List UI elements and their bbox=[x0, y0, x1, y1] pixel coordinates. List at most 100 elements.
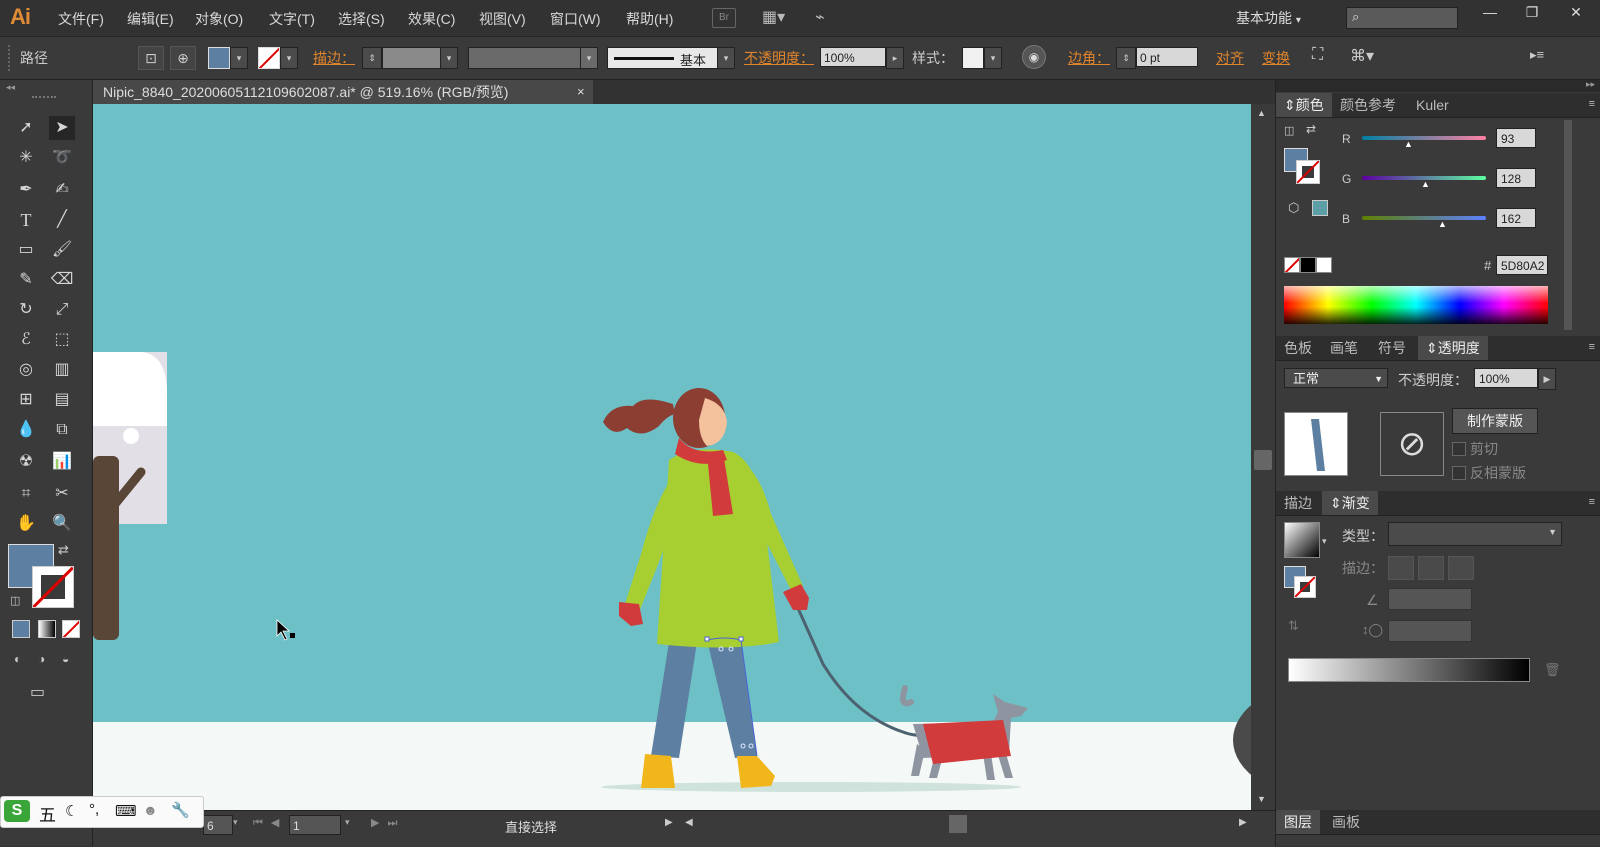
menu-edit[interactable]: 编辑(E) bbox=[127, 9, 174, 29]
clip-checkbox[interactable] bbox=[1452, 442, 1466, 456]
swap-fill-stroke-icon[interactable]: ⇄ bbox=[58, 542, 69, 558]
artboard-nav-icons[interactable]: ⏮◀ bbox=[253, 816, 287, 830]
recolor-artwork-icon[interactable]: ◉ bbox=[1022, 45, 1046, 69]
menu-file[interactable]: 文件(F) bbox=[58, 9, 104, 29]
opacity-arrow[interactable]: ▸ bbox=[886, 47, 904, 69]
isolate-group-icon[interactable]: ⊡ bbox=[138, 46, 164, 70]
warp-tool-icon[interactable]: ℰ bbox=[13, 328, 39, 352]
workspace-switcher[interactable]: 基本功能 ▾ bbox=[1236, 8, 1301, 28]
horizontal-scroll-thumb[interactable] bbox=[949, 815, 967, 833]
menu-window[interactable]: 窗口(W) bbox=[550, 9, 601, 29]
close-tab-icon[interactable]: × bbox=[577, 80, 585, 104]
artboard-canvas[interactable] bbox=[93, 104, 1251, 810]
pencil-tool-icon[interactable]: ✎ bbox=[13, 268, 39, 292]
isolate-object-icon[interactable]: ⌘▾ bbox=[1350, 46, 1374, 66]
paintbrush-tool-icon[interactable]: 🖌 bbox=[49, 238, 75, 262]
swap-colors-icon[interactable]: ⇄ bbox=[1306, 122, 1316, 136]
stroke-gradient-along-icon[interactable] bbox=[1418, 556, 1444, 580]
none-swatch[interactable] bbox=[1284, 257, 1300, 273]
ime-mode-label[interactable]: 五 bbox=[39, 801, 56, 826]
stroke-weight-stepper[interactable]: ⇕ bbox=[362, 47, 382, 69]
magic-wand-tool-icon[interactable]: ✳ bbox=[13, 146, 39, 170]
reverse-gradient-icon[interactable]: ⇅ bbox=[1288, 618, 1299, 634]
artboard-dropdown-icon[interactable]: ▾ bbox=[345, 817, 350, 828]
transform-each-icon[interactable]: ⛶ bbox=[1312, 46, 1323, 64]
default-colors-icon[interactable]: ◫ bbox=[10, 594, 20, 607]
corner-label[interactable]: 边角： bbox=[1068, 48, 1110, 68]
zoom-input[interactable]: 6 bbox=[203, 815, 233, 835]
r-input[interactable]: 93 bbox=[1496, 128, 1536, 148]
ime-logo-icon[interactable]: S bbox=[4, 800, 30, 822]
menu-type[interactable]: 文字(T) bbox=[269, 9, 315, 29]
chevron-down-icon[interactable]: ▾ bbox=[1322, 536, 1327, 547]
rotate-tool-icon[interactable]: ↻ bbox=[13, 298, 39, 322]
black-swatch[interactable] bbox=[1300, 257, 1316, 273]
wrench-icon[interactable]: 🔧 bbox=[171, 801, 190, 819]
line-tool-icon[interactable]: ╱ bbox=[49, 208, 75, 232]
menu-view[interactable]: 视图(V) bbox=[479, 9, 526, 29]
menu-effect[interactable]: 效果(C) bbox=[408, 9, 455, 29]
none-mode-icon[interactable] bbox=[62, 620, 80, 638]
lasso-tool-icon[interactable]: ➰ bbox=[49, 146, 75, 170]
hex-input[interactable]: 5D80A2 bbox=[1496, 255, 1548, 275]
tab-color[interactable]: ⇕颜色 bbox=[1276, 93, 1332, 117]
tab-kuler[interactable]: Kuler bbox=[1408, 93, 1457, 117]
scroll-right-icon[interactable]: ▶ bbox=[1239, 817, 1247, 828]
minimize-button[interactable]: — bbox=[1470, 0, 1510, 24]
delete-stop-icon[interactable]: 🗑 bbox=[1544, 662, 1561, 678]
user-icon[interactable]: ☻ bbox=[143, 802, 158, 818]
opacity-label[interactable]: 不透明度： bbox=[744, 48, 814, 68]
status-menu-icon[interactable]: ▶ bbox=[665, 817, 673, 828]
make-mask-button[interactable]: 制作蒙版 bbox=[1452, 408, 1538, 434]
tab-color-guide[interactable]: 颜色参考 bbox=[1332, 93, 1404, 117]
panel-scrollbar[interactable] bbox=[1564, 120, 1572, 330]
search-input[interactable]: ⌕ bbox=[1346, 7, 1458, 29]
stroke-color-swatch[interactable] bbox=[258, 47, 280, 69]
draw-inside-icon[interactable]: ◒ bbox=[62, 652, 69, 666]
brush-definition[interactable]: 基本 bbox=[607, 47, 719, 69]
hand-tool-icon[interactable]: ✋ bbox=[13, 512, 39, 536]
default-colors-icon[interactable]: ◫ bbox=[1284, 124, 1294, 137]
tab-swatches[interactable]: 色板 bbox=[1276, 336, 1320, 360]
profile-dropdown[interactable]: ▾ bbox=[580, 47, 598, 69]
web-safe-color-swatch[interactable] bbox=[1312, 200, 1328, 216]
slice-tool-icon[interactable]: ✂ bbox=[49, 482, 75, 506]
pen-tool-icon[interactable]: ✒ bbox=[13, 178, 39, 202]
close-window-button[interactable]: ✕ bbox=[1556, 0, 1596, 24]
opacity-arrow[interactable]: ▶ bbox=[1538, 368, 1556, 390]
gradient-preview[interactable] bbox=[1284, 522, 1320, 558]
eraser-tool-icon[interactable]: ⌫ bbox=[49, 268, 75, 292]
gradient-mode-icon[interactable] bbox=[38, 620, 56, 638]
restore-button[interactable]: ❐ bbox=[1512, 0, 1552, 24]
opacity-input[interactable]: 100% bbox=[820, 47, 886, 67]
graphic-style-swatch[interactable] bbox=[962, 47, 984, 69]
r-slider-thumb[interactable]: ▲ bbox=[1404, 139, 1413, 149]
arrange-documents-icon[interactable]: ▦▾ bbox=[762, 7, 785, 27]
invert-mask-checkbox[interactable] bbox=[1452, 466, 1466, 480]
style-dropdown[interactable]: ▾ bbox=[984, 47, 1002, 69]
color-mode-icon[interactable] bbox=[12, 620, 30, 638]
scroll-up-icon[interactable]: ▲ bbox=[1257, 108, 1266, 118]
eyedropper-tool-icon[interactable]: 💧 bbox=[13, 418, 39, 442]
color-spectrum[interactable] bbox=[1284, 286, 1548, 324]
stroke-label[interactable]: 描边： bbox=[313, 48, 355, 68]
menu-select[interactable]: 选择(S) bbox=[338, 9, 385, 29]
r-slider[interactable] bbox=[1362, 136, 1486, 140]
free-transform-tool-icon[interactable]: ⬚ bbox=[49, 328, 75, 352]
type-tool-icon[interactable]: T bbox=[13, 208, 39, 232]
scroll-down-icon[interactable]: ▼ bbox=[1257, 794, 1266, 804]
draw-behind-icon[interactable]: ◑ bbox=[38, 652, 45, 666]
angle-input[interactable] bbox=[1388, 588, 1472, 610]
anchor-point-icon[interactable]: ⊕ bbox=[170, 46, 196, 70]
transform-link[interactable]: 变换 bbox=[1262, 48, 1290, 68]
menu-help[interactable]: 帮助(H) bbox=[626, 9, 673, 29]
screen-mode-icon[interactable]: ▭ bbox=[30, 682, 45, 702]
blend-mode-select[interactable]: 正常 ▼ bbox=[1284, 368, 1388, 388]
brush-dropdown[interactable]: ▾ bbox=[717, 47, 735, 69]
scroll-thumb[interactable] bbox=[1254, 450, 1272, 470]
fill-dropdown[interactable]: ▾ bbox=[230, 47, 248, 69]
rectangle-tool-icon[interactable]: ▭ bbox=[13, 238, 39, 262]
tab-gradient[interactable]: ⇕渐变 bbox=[1322, 491, 1378, 515]
corner-stepper[interactable]: ⇕ bbox=[1116, 47, 1136, 69]
zoom-dropdown-icon[interactable]: ▾ bbox=[233, 817, 238, 828]
